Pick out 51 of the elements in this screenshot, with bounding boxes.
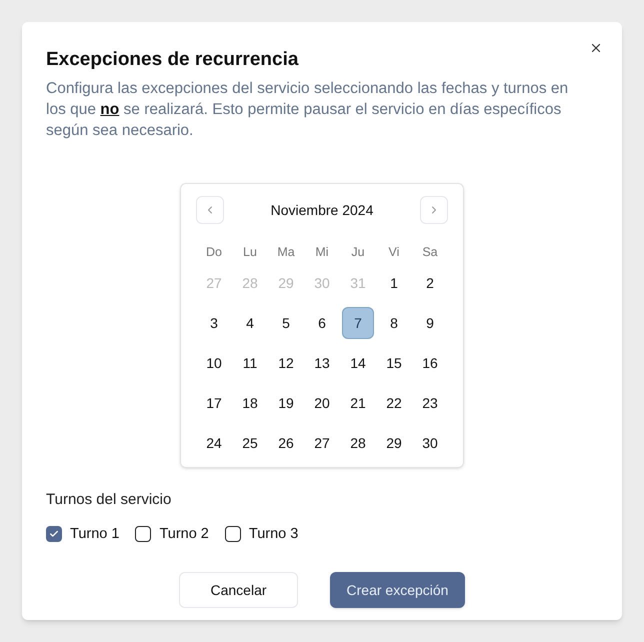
day-cell[interactable]: 5 <box>270 307 302 339</box>
weekday-label: Ju <box>350 244 366 261</box>
day-cell[interactable]: 8 <box>378 307 410 339</box>
checkbox[interactable] <box>224 526 241 542</box>
day-cell[interactable]: 28 <box>342 427 374 459</box>
day-cell[interactable]: 9 <box>414 307 446 339</box>
checkbox[interactable] <box>135 526 152 542</box>
day-cell[interactable]: 26 <box>270 427 302 459</box>
day-cell[interactable]: 2 <box>414 267 446 299</box>
day-cell[interactable]: 29 <box>378 427 410 459</box>
day-cell[interactable]: 21 <box>342 387 374 419</box>
day-cell[interactable]: 16 <box>414 347 446 379</box>
day-cell[interactable]: 13 <box>306 347 338 379</box>
weekday-label: Vi <box>388 244 400 261</box>
day-cell[interactable]: 1 <box>378 267 410 299</box>
day-cell[interactable]: 25 <box>234 427 266 459</box>
weekday-label: Do <box>205 244 223 261</box>
day-cell[interactable]: 11 <box>234 347 266 379</box>
day-cell[interactable]: 19 <box>270 387 302 419</box>
day-cell[interactable]: 27 <box>306 427 338 459</box>
day-cell[interactable]: 22 <box>378 387 410 419</box>
day-cell[interactable]: 7 <box>342 307 374 339</box>
close-icon <box>589 41 603 55</box>
day-cell[interactable]: 14 <box>342 347 374 379</box>
dialog-description: Configura las excepciones del servicio seleccionando las fechas y turnos en los que no se realizará. Esto permite pausar el servicio en días específicos según sea necesario. <box>46 79 570 141</box>
weekday-label: Lu <box>242 244 258 261</box>
day-cell[interactable]: 4 <box>234 307 266 339</box>
weekday-label: Ma <box>276 244 296 261</box>
checkbox-label: Turno 2 <box>159 524 209 544</box>
shifts-label: Turnos del servicio <box>46 490 172 510</box>
day-cell[interactable]: 17 <box>198 387 230 419</box>
check-icon <box>49 529 59 540</box>
dialog-title: Excepciones de recurrencia <box>46 48 300 72</box>
day-cell[interactable]: 30 <box>414 427 446 459</box>
day-cell[interactable]: 18 <box>234 387 266 419</box>
day-cell[interactable]: 24 <box>198 427 230 459</box>
day-cell[interactable]: 12 <box>270 347 302 379</box>
day-cell[interactable]: 3 <box>198 307 230 339</box>
checkbox-label: Turno 1 <box>70 524 120 544</box>
day-cell[interactable]: 10 <box>198 347 230 379</box>
weekday-label: Mi <box>314 244 330 261</box>
day-cell[interactable]: 23 <box>414 387 446 419</box>
weekday-label: Sa <box>421 244 439 261</box>
cancel-button[interactable]: Cancelar <box>179 572 298 608</box>
checkbox-label: Turno 3 <box>248 524 298 544</box>
checkbox[interactable] <box>46 526 62 542</box>
day-cell[interactable]: 15 <box>378 347 410 379</box>
month-title: Noviembre 2024 <box>270 200 374 220</box>
day-cell[interactable]: 20 <box>306 387 338 419</box>
day-cell[interactable]: 6 <box>306 307 338 339</box>
create-exception-button[interactable]: Crear excepción <box>330 572 465 608</box>
